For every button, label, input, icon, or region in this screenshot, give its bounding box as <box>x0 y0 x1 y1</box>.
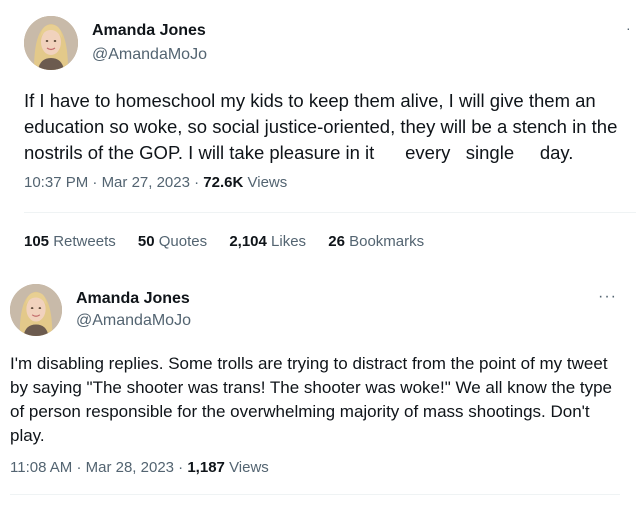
retweets-count: 105 <box>24 233 50 250</box>
author-handle[interactable]: @AmandaMoJo <box>76 312 191 330</box>
tweet-time[interactable]: 11:08 AM <box>10 459 72 476</box>
meta-separator: · <box>92 174 98 191</box>
views-label: Views <box>229 459 269 476</box>
bookmarks-label: Bookmarks <box>349 233 425 250</box>
quotes-count: 50 <box>137 233 155 250</box>
bookmarks-count: 26 <box>328 233 345 250</box>
meta-separator: · <box>194 174 200 191</box>
author-handle[interactable]: @AmandaMoJo <box>92 46 207 64</box>
quotes-stat[interactable]: 50 Quotes <box>138 233 207 250</box>
views-label: Views <box>247 174 288 191</box>
likes-label: Likes <box>271 233 307 250</box>
tweet-original: Amanda Jones @AmandaMoJo · If I have to … <box>0 0 636 268</box>
likes-count: 2,104 <box>229 233 267 250</box>
tweet-date[interactable]: Mar 28, 2023 <box>86 459 174 476</box>
tweet-text: If I have to homeschool my kids to keep … <box>24 90 623 163</box>
views-count: 72.6K <box>203 174 244 191</box>
more-options-icon[interactable]: ··· <box>598 288 617 306</box>
divider <box>10 494 620 495</box>
bookmarks-stat[interactable]: 26 Bookmarks <box>328 233 424 250</box>
divider <box>24 212 636 213</box>
tweet-text: I'm disabling replies. Some trolls are t… <box>10 354 613 445</box>
tweet-meta: 10:37 PM · Mar 27, 2023 · 72.6K Views <box>24 174 287 191</box>
retweets-label: Retweets <box>53 233 116 250</box>
profile-photo-icon <box>10 284 62 336</box>
quotes-label: Quotes <box>158 233 208 250</box>
tweet-meta: 11:08 AM · Mar 28, 2023 · 1,187 Views <box>10 459 269 476</box>
meta-separator: · <box>76 459 82 476</box>
author-name[interactable]: Amanda Jones <box>92 22 206 40</box>
profile-photo-icon <box>24 16 78 70</box>
engagement-stats: 105 Retweets 50 Quotes 2,104 Likes 26 Bo… <box>24 233 442 250</box>
likes-stat[interactable]: 2,104 Likes <box>229 233 306 250</box>
author-name[interactable]: Amanda Jones <box>76 290 190 308</box>
meta-separator: · <box>178 459 184 476</box>
more-options-icon[interactable]: · <box>626 20 631 36</box>
tweet-followup: Amanda Jones @AmandaMoJo ··· I'm disabli… <box>0 268 636 505</box>
avatar[interactable] <box>10 284 62 336</box>
views-count: 1,187 <box>187 459 225 476</box>
tweet-date[interactable]: Mar 27, 2023 <box>102 174 190 191</box>
tweet-time[interactable]: 10:37 PM <box>24 174 88 191</box>
retweets-stat[interactable]: 105 Retweets <box>24 233 116 250</box>
avatar[interactable] <box>24 16 78 70</box>
